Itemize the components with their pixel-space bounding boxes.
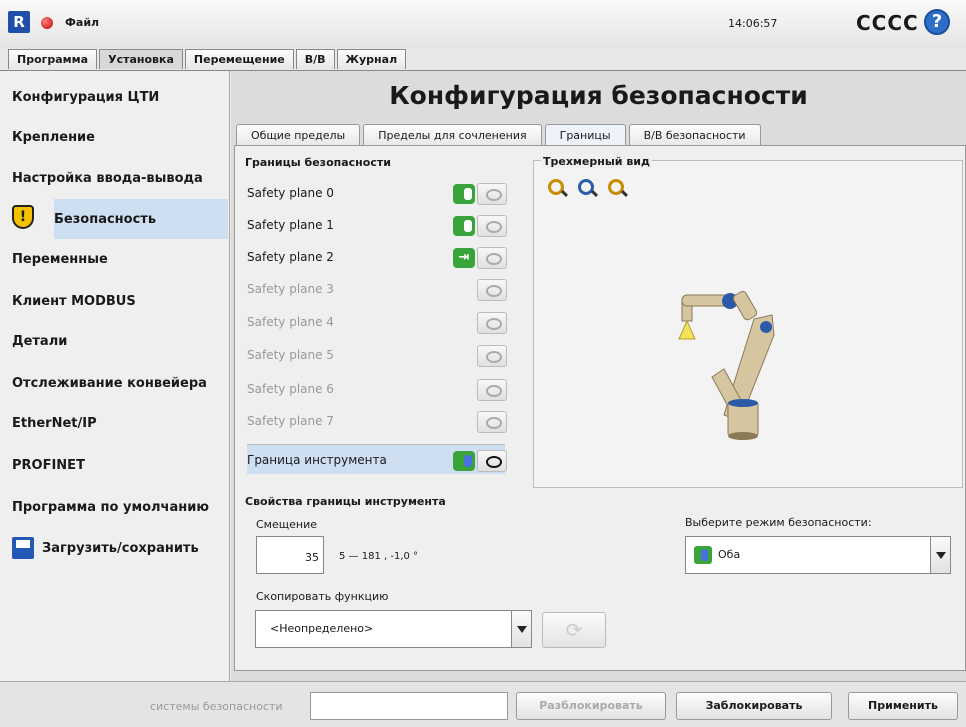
plane-row[interactable]: Safety plane 6 xyxy=(247,374,507,404)
offset-input[interactable]: 35 xyxy=(256,536,324,574)
safety-mode-select[interactable]: Оба xyxy=(685,536,951,574)
plane-label: Safety plane 2 xyxy=(247,250,334,264)
eye-icon[interactable] xyxy=(477,379,507,401)
copy-value: <Неопределено> xyxy=(270,622,374,635)
robot-arm-3d-model xyxy=(678,290,775,440)
ur-logo-icon: R xyxy=(8,11,30,33)
robot-status-icon[interactable] xyxy=(41,17,53,29)
plane-row[interactable]: Safety plane 4 xyxy=(247,307,507,337)
boundaries-heading: Границы безопасности xyxy=(245,156,391,169)
tool-boundary-label: Граница инструмента xyxy=(247,452,387,467)
eye-icon[interactable] xyxy=(477,215,507,237)
chevron-down-icon[interactable] xyxy=(930,537,950,573)
clock: 14:06:57 xyxy=(728,17,778,30)
tool-boundary-toggle[interactable] xyxy=(453,451,475,471)
mode-value: Оба xyxy=(718,548,741,561)
plane-label: Safety plane 6 xyxy=(247,382,334,396)
plane-label: Safety plane 1 xyxy=(247,218,334,232)
plane-toggle[interactable] xyxy=(453,184,475,204)
plane-row[interactable]: Safety plane 2 ⇥ xyxy=(247,242,507,272)
sidebar-item-io-setup[interactable]: Настройка ввода-вывода xyxy=(0,158,228,198)
footer-bar: системы безопасности Разблокировать Забл… xyxy=(0,681,966,727)
copy-function-select[interactable]: <Неопределено> xyxy=(255,610,532,648)
safety-warning-icon: ! xyxy=(12,205,34,229)
password-input[interactable] xyxy=(310,692,508,720)
unlock-button[interactable]: Разблокировать xyxy=(516,692,666,720)
tab-io[interactable]: В/В xyxy=(295,49,335,69)
sidebar-item-ethernet-ip[interactable]: EtherNet/IP xyxy=(0,403,228,443)
view3d-heading: Трехмерный вид xyxy=(541,155,652,168)
plane-row[interactable]: Safety plane 1 xyxy=(247,210,507,240)
sidebar-item-safety[interactable]: Безопасность xyxy=(54,199,228,239)
page-title: Конфигурация безопасности xyxy=(389,81,808,110)
tool-props-heading: Свойства границы инструмента xyxy=(245,495,446,508)
tab-general-limits[interactable]: Общие пределы xyxy=(236,124,361,146)
plane-row[interactable]: Safety plane 0 xyxy=(247,178,507,208)
sidebar-item-variables[interactable]: Переменные xyxy=(0,239,228,279)
plane-row[interactable]: Safety plane 5 xyxy=(247,340,507,370)
tab-installation[interactable]: Установка xyxy=(99,49,183,69)
file-menu[interactable]: Файл xyxy=(65,16,99,29)
main-content: Конфигурация безопасности Общие пределы … xyxy=(231,71,966,681)
plane-label: Safety plane 3 xyxy=(247,282,334,296)
eye-icon[interactable] xyxy=(477,183,507,205)
zoom-fit-icon[interactable] xyxy=(578,179,594,195)
plane-label: Safety plane 5 xyxy=(247,348,334,362)
tab-boundaries[interactable]: Границы xyxy=(544,124,626,146)
plane-label: Safety plane 7 xyxy=(247,414,334,428)
sidebar-item-default-program[interactable]: Программа по умолчанию xyxy=(0,487,228,527)
tab-log[interactable]: Журнал xyxy=(336,49,407,69)
apply-button[interactable]: Применить xyxy=(848,692,958,720)
refresh-icon[interactable]: ⟳ xyxy=(542,612,606,648)
offset-range: 5 — 181 , -1,0 ° xyxy=(339,551,419,562)
offset-label: Смещение xyxy=(256,518,317,531)
chevron-down-icon[interactable] xyxy=(511,611,531,647)
sidebar-item-load-save[interactable]: Загрузить/сохранить xyxy=(0,528,228,568)
tab-move[interactable]: Перемещение xyxy=(184,49,294,69)
eye-icon[interactable] xyxy=(477,247,507,269)
top-bar: R Файл 14:06:57 CCCC ? xyxy=(0,0,966,48)
sidebar: Конфигурация ЦТИ Крепление Настройка вво… xyxy=(0,71,230,681)
sidebar-item-mounting[interactable]: Крепление xyxy=(0,117,228,157)
eye-icon[interactable] xyxy=(477,345,507,367)
view3d-viewport[interactable] xyxy=(533,160,963,488)
tool-boundary-row[interactable]: Граница инструмента xyxy=(247,444,507,474)
plane-row[interactable]: Safety plane 7 xyxy=(247,406,507,436)
safety-sub-tabs: Общие пределы Пределы для сочленения Гра… xyxy=(234,124,764,146)
eye-icon[interactable] xyxy=(477,312,507,334)
password-label: системы безопасности xyxy=(150,700,283,713)
eye-icon[interactable] xyxy=(477,450,507,472)
robot-name: CCCC xyxy=(856,11,919,35)
sidebar-item-conveyor[interactable]: Отслеживание конвейера xyxy=(0,363,228,403)
zoom-out-icon[interactable] xyxy=(608,179,624,195)
sidebar-item-tcp[interactable]: Конфигурация ЦТИ xyxy=(0,77,228,117)
mode-label: Выберите режим безопасности: xyxy=(685,516,872,529)
help-icon[interactable]: ? xyxy=(924,9,950,35)
copy-label: Скопировать функцию xyxy=(256,590,389,603)
boundaries-panel: Границы безопасности Safety plane 0 Safe… xyxy=(234,145,966,671)
plane-row[interactable]: Safety plane 3 xyxy=(247,274,507,304)
zoom-in-icon[interactable] xyxy=(548,179,564,195)
tab-safety-io[interactable]: В/В безопасности xyxy=(628,124,761,146)
eye-icon[interactable] xyxy=(477,411,507,433)
sidebar-item-profinet[interactable]: PROFINET xyxy=(0,445,228,485)
sidebar-item-features[interactable]: Детали xyxy=(0,321,228,361)
mode-toggle-icon xyxy=(694,546,712,564)
eye-icon[interactable] xyxy=(477,279,507,301)
plane-label: Safety plane 4 xyxy=(247,315,334,329)
tab-joint-limits[interactable]: Пределы для сочленения xyxy=(363,124,542,146)
sidebar-item-modbus[interactable]: Клиент MODBUS xyxy=(0,281,228,321)
plane-label: Safety plane 0 xyxy=(247,186,334,200)
lock-button[interactable]: Заблокировать xyxy=(676,692,832,720)
plane-toggle[interactable] xyxy=(453,216,475,236)
main-tabs: Программа Установка Перемещение В/В Журн… xyxy=(8,49,408,71)
tab-program[interactable]: Программа xyxy=(8,49,98,69)
exit-toggle-icon[interactable]: ⇥ xyxy=(453,248,475,268)
